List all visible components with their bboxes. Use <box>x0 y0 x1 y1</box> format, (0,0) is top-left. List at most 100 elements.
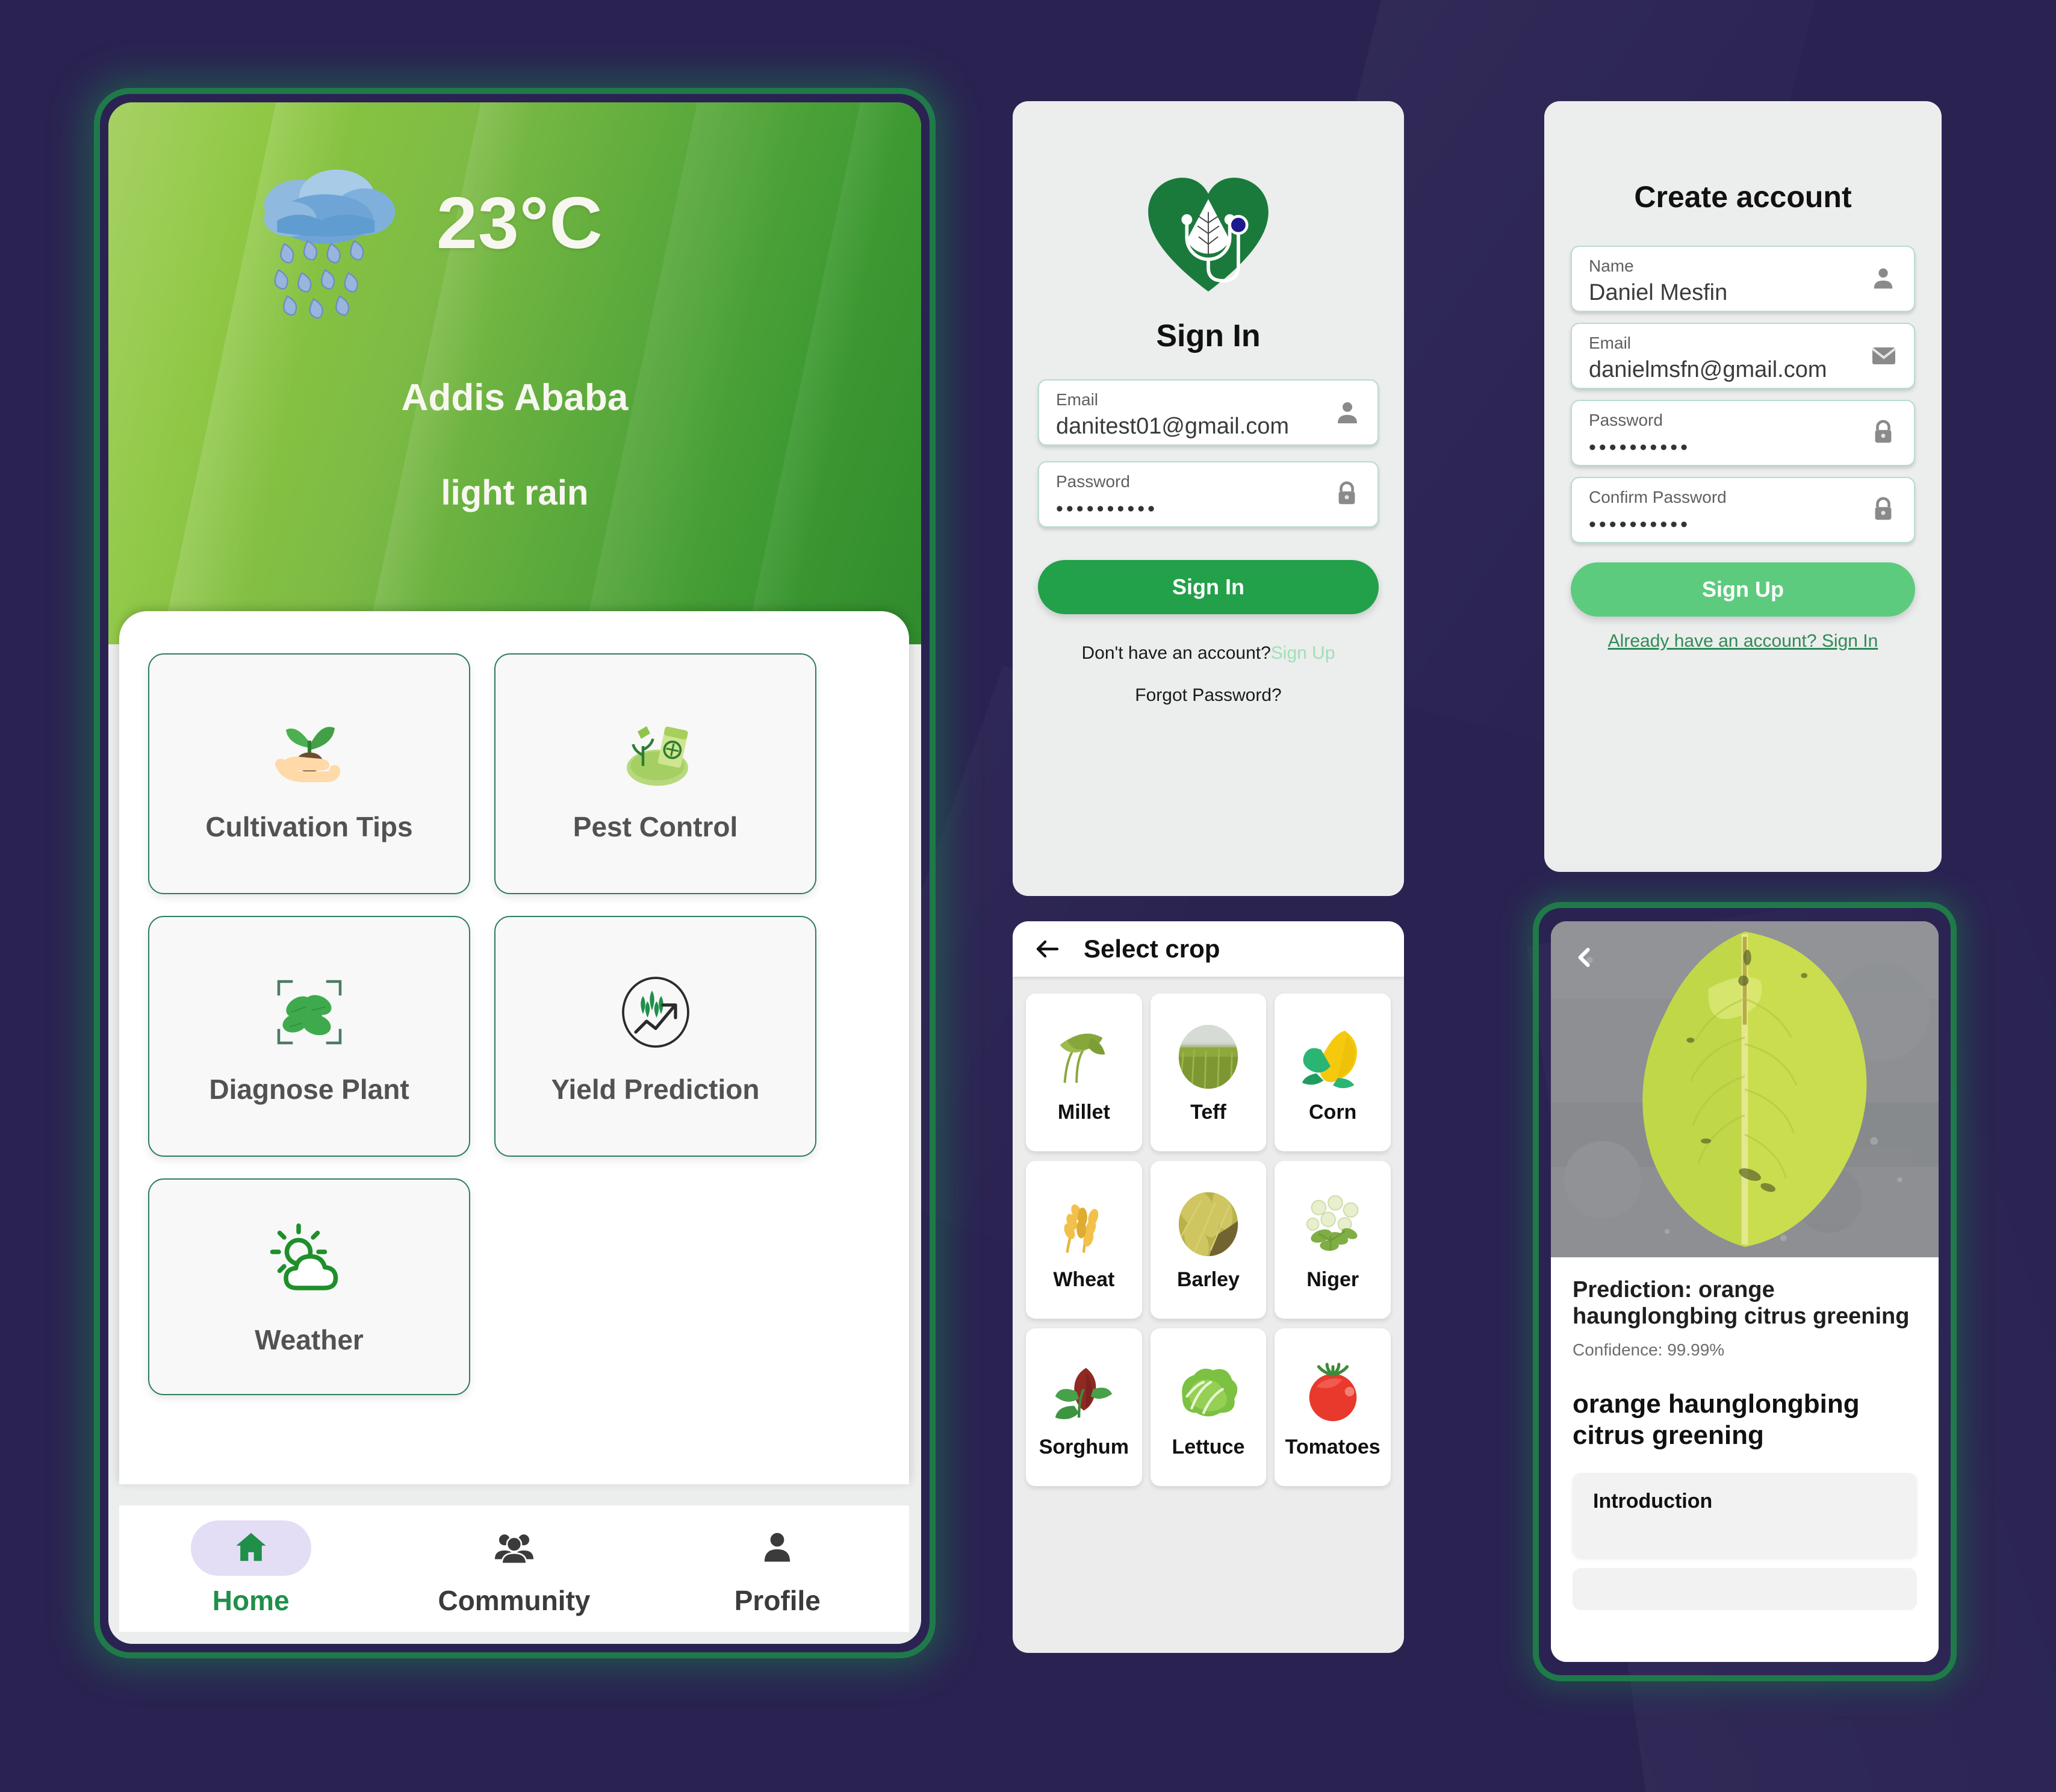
section-title: Introduction <box>1593 1489 1713 1513</box>
seedling-in-hand-icon <box>264 705 355 795</box>
confirm-password-field[interactable]: Confirm Password •••••••••• <box>1571 477 1915 543</box>
next-section-placeholder[interactable] <box>1573 1567 1917 1610</box>
confidence-text: Confidence: 99.99% <box>1573 1340 1725 1360</box>
nav-item-community[interactable]: Community <box>424 1520 604 1617</box>
pest-control-icon <box>610 705 701 795</box>
wheat-icon <box>1048 1189 1119 1260</box>
field-value: danielmsfn@gmail.com <box>1589 357 1827 382</box>
sorghum-icon <box>1048 1356 1119 1427</box>
person-icon <box>759 1528 796 1569</box>
sun-cloud-icon <box>264 1218 355 1308</box>
signup-screen: Create account Name Daniel Mesfin Email … <box>1544 101 1942 872</box>
people-icon <box>493 1526 535 1571</box>
millet-icon <box>1048 1021 1119 1092</box>
field-label: Email <box>1056 390 1099 409</box>
screen-title: Select crop <box>1084 935 1220 963</box>
crop-item-tomatoes[interactable]: Tomatoes <box>1275 1328 1391 1486</box>
feature-tile-grid: Cultivation Tips Pest Control Diagnose P… <box>148 653 816 1395</box>
email-field[interactable]: Email danielmsfn@gmail.com <box>1571 323 1915 389</box>
field-value: •••••••••• <box>1056 497 1158 520</box>
field-value: •••••••••• <box>1589 513 1691 536</box>
city-name: Addis Ababa <box>401 377 629 418</box>
crop-label: Sorghum <box>1039 1435 1129 1458</box>
crop-label: Corn <box>1309 1100 1357 1124</box>
tile-cultivation-tips[interactable]: Cultivation Tips <box>148 653 470 894</box>
crop-item-wheat[interactable]: Wheat <box>1026 1161 1142 1319</box>
tile-pest-control[interactable]: Pest Control <box>494 653 816 894</box>
nav-item-profile[interactable]: Profile <box>687 1520 868 1617</box>
crop-label: Teff <box>1190 1100 1226 1124</box>
nav-label: Home <box>212 1585 290 1616</box>
select-crop-screen: Select crop Millet Teff Corn Wheat Barle… <box>1013 921 1404 1653</box>
have-account-link[interactable]: Already have an account? Sign In <box>1544 631 1942 652</box>
crop-item-niger[interactable]: Niger <box>1275 1161 1391 1319</box>
crop-item-lettuce[interactable]: Lettuce <box>1150 1328 1267 1486</box>
tile-weather[interactable]: Weather <box>148 1178 470 1395</box>
corn-icon <box>1297 1021 1368 1092</box>
crop-grid: Millet Teff Corn Wheat Barley Niger Sorg… <box>1026 994 1391 1486</box>
nav-pill <box>717 1520 837 1576</box>
crop-label: Lettuce <box>1172 1435 1245 1458</box>
diagnosis-details: Prediction: orange haunglongbing citrus … <box>1551 1257 1939 1662</box>
person-icon <box>1869 264 1898 293</box>
tile-label: Yield Prediction <box>551 1074 760 1105</box>
field-label: Email <box>1589 334 1632 352</box>
no-account-row: Don't have an account?Sign Up <box>1013 643 1404 664</box>
field-label: Password <box>1056 472 1130 491</box>
crop-label: Niger <box>1306 1268 1359 1291</box>
scan-leaf-icon <box>264 967 355 1057</box>
signup-link[interactable]: Sign Up <box>1271 643 1335 663</box>
crop-label: Tomatoes <box>1285 1435 1381 1458</box>
name-field[interactable]: Name Daniel Mesfin <box>1571 246 1915 312</box>
crop-item-corn[interactable]: Corn <box>1275 994 1391 1151</box>
password-field[interactable]: Password •••••••••• <box>1571 400 1915 466</box>
teff-icon <box>1173 1021 1244 1092</box>
signin-submit-button[interactable]: Sign In <box>1038 560 1379 614</box>
citrus-leaf-photo <box>1551 921 1939 1257</box>
person-icon <box>1333 398 1362 427</box>
crop-label: Millet <box>1057 1100 1110 1124</box>
field-value: danitest01@gmail.com <box>1056 414 1290 439</box>
signup-submit-button[interactable]: Sign Up <box>1571 562 1915 617</box>
signin-title: Sign In <box>1156 319 1261 353</box>
introduction-section[interactable]: Introduction <box>1573 1472 1917 1557</box>
weather-hero: 23°C Addis Ababa light rain <box>108 102 921 720</box>
mail-icon <box>1869 341 1898 370</box>
temperature-value: 23°C <box>436 182 603 264</box>
arrow-left-icon[interactable] <box>1033 935 1062 963</box>
home-screen: 23°C Addis Ababa light rain Cultivation … <box>108 102 921 1644</box>
tile-label: Weather <box>255 1324 364 1355</box>
chevron-left-icon[interactable] <box>1571 944 1598 971</box>
field-value: Daniel Mesfin <box>1589 280 1728 305</box>
crop-item-barley[interactable]: Barley <box>1150 1161 1267 1319</box>
tile-diagnose-plant[interactable]: Diagnose Plant <box>148 916 470 1157</box>
crop-item-teff[interactable]: Teff <box>1150 994 1267 1151</box>
tile-yield-prediction[interactable]: Yield Prediction <box>494 916 816 1157</box>
bottom-navigation: Home Community Profile <box>119 1505 909 1632</box>
home-content-sheet: Cultivation Tips Pest Control Diagnose P… <box>119 611 909 1484</box>
forgot-password-link[interactable]: Forgot Password? <box>1013 685 1404 706</box>
field-value: •••••••••• <box>1589 436 1691 459</box>
email-field[interactable]: Email danitest01@gmail.com <box>1038 379 1379 446</box>
nav-pill <box>454 1520 574 1576</box>
niger-seed-icon <box>1297 1189 1368 1260</box>
signup-title: Create account <box>1634 180 1852 214</box>
weather-condition: light rain <box>441 473 589 512</box>
field-label: Password <box>1589 411 1663 429</box>
nav-label: Profile <box>734 1585 821 1616</box>
prediction-text: Prediction: orange haunglongbing citrus … <box>1573 1277 1910 1330</box>
app-bar: Select crop <box>1013 921 1404 977</box>
tile-label: Pest Control <box>573 811 738 842</box>
growth-chart-icon <box>610 967 701 1057</box>
no-account-text: Don't have an account? <box>1081 643 1271 663</box>
password-field[interactable]: Password •••••••••• <box>1038 461 1379 527</box>
disease-name: orange haunglongbing citrus greening <box>1573 1389 1860 1451</box>
crop-item-millet[interactable]: Millet <box>1026 994 1142 1151</box>
field-label: Confirm Password <box>1589 488 1727 506</box>
nav-label: Community <box>438 1585 591 1616</box>
nav-item-home[interactable]: Home <box>161 1520 341 1617</box>
home-icon <box>232 1528 270 1569</box>
crop-item-sorghum[interactable]: Sorghum <box>1026 1328 1142 1486</box>
tile-label: Diagnose Plant <box>209 1074 409 1105</box>
button-label: Sign In <box>1172 574 1244 599</box>
